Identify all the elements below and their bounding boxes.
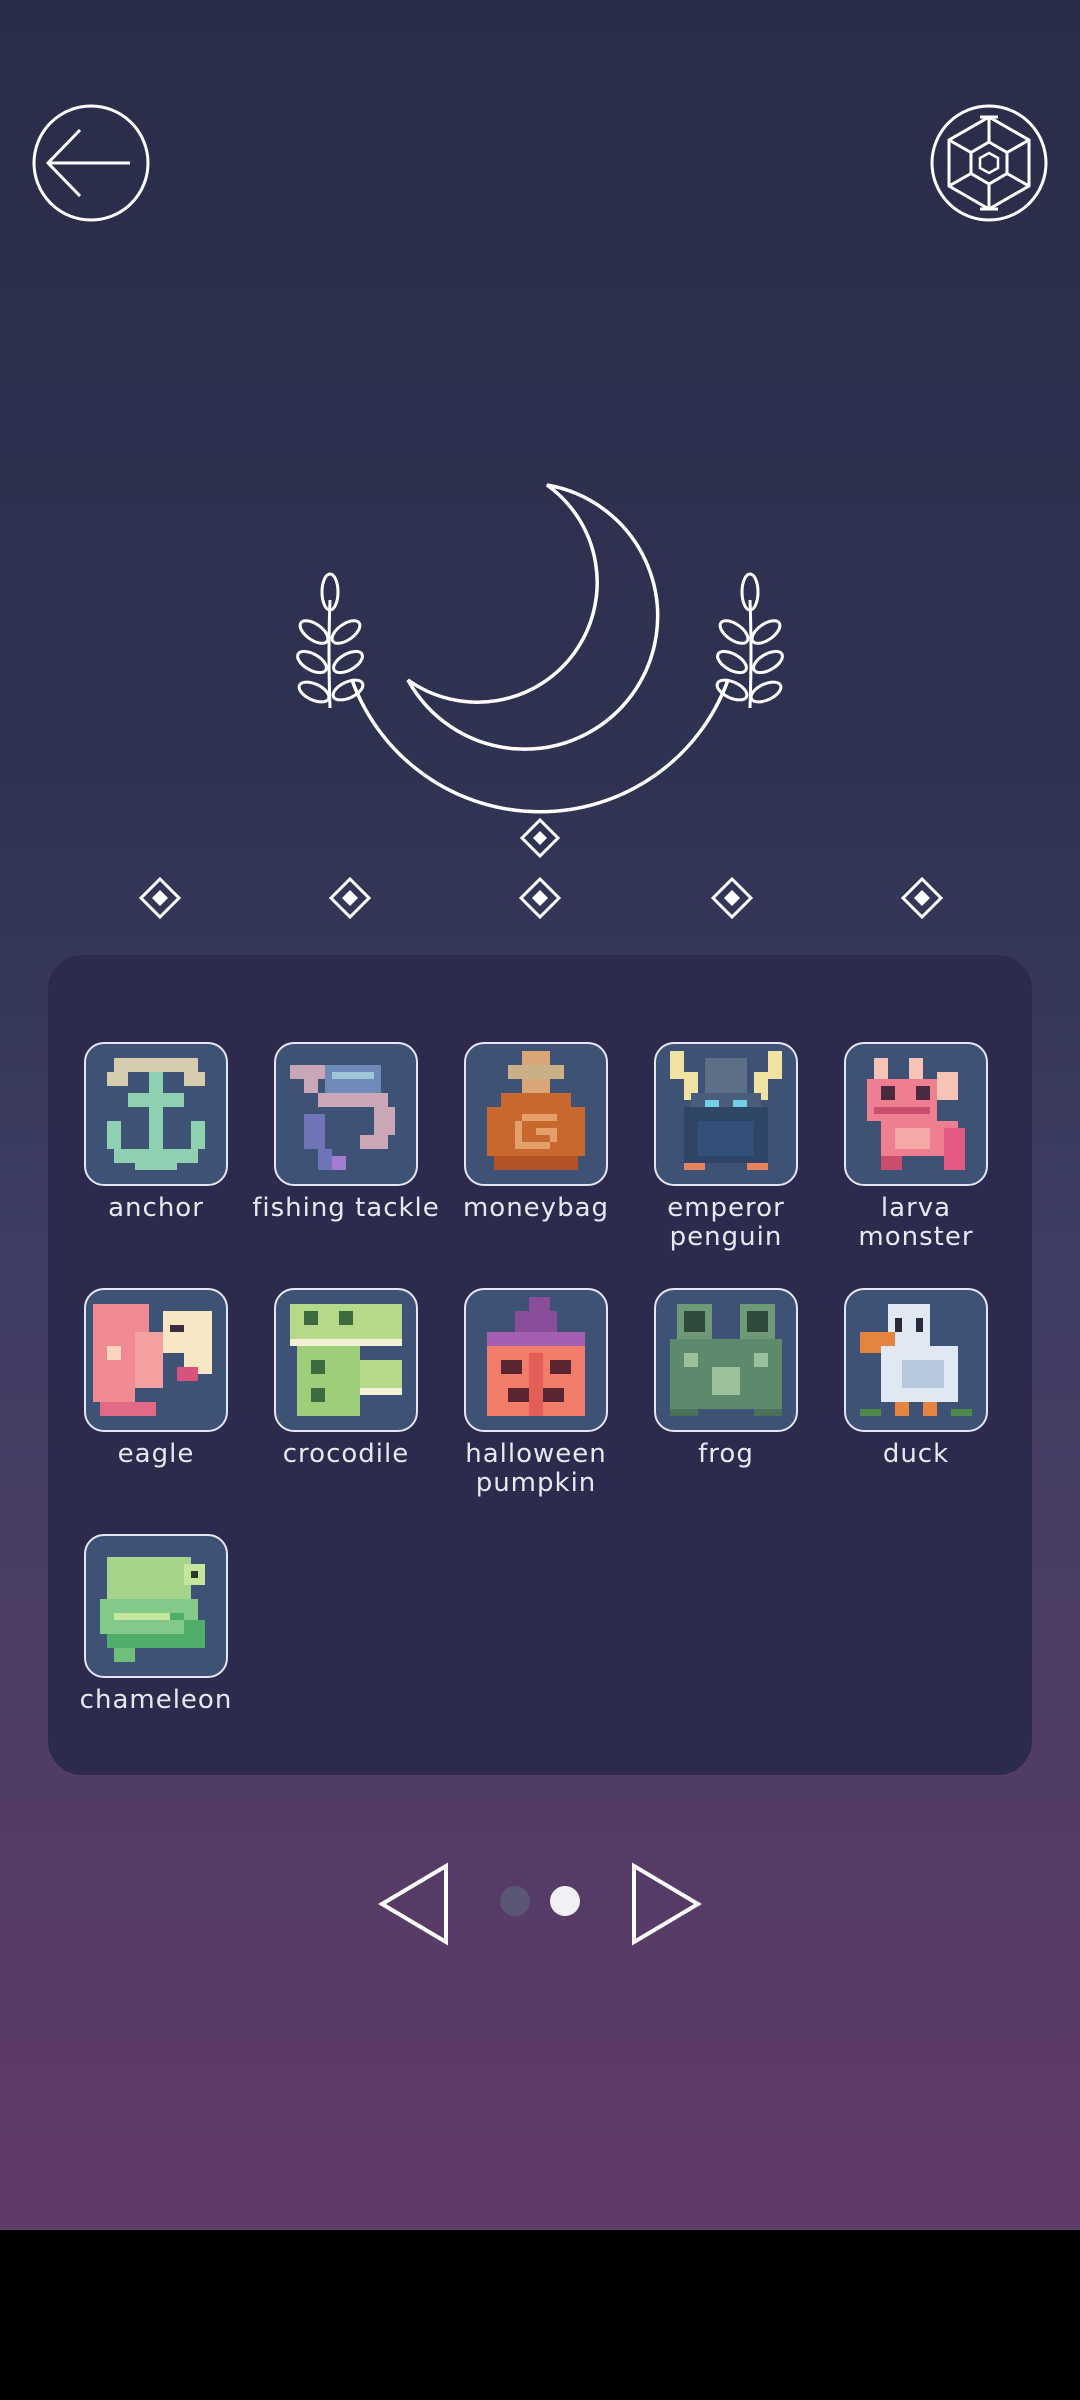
larva-monster-icon <box>867 1058 965 1170</box>
progress-diamond-icon <box>518 876 562 920</box>
item-label: anchor <box>108 1193 204 1223</box>
crocodile-icon <box>290 1304 402 1416</box>
eagle-tile[interactable] <box>84 1288 228 1432</box>
progress-diamond-icon <box>900 876 944 920</box>
hexagon-gear-icon <box>930 104 1048 222</box>
item-label: larva monster <box>858 1193 974 1252</box>
eagle-icon <box>93 1304 212 1416</box>
anchor-tile[interactable] <box>84 1042 228 1186</box>
collection-item: larva monster <box>821 1042 1011 1252</box>
fishing-tackle-icon <box>290 1065 395 1170</box>
chameleon-icon <box>100 1557 205 1662</box>
item-label: chameleon <box>79 1685 233 1715</box>
settings-button[interactable] <box>928 102 1050 224</box>
collection-item: halloween pumpkin <box>441 1288 631 1498</box>
moneybag-tile[interactable] <box>464 1042 608 1186</box>
page-dot-active[interactable] <box>550 1886 580 1916</box>
collection-item: anchor <box>61 1042 251 1223</box>
crescent-moon-laurel-emblem <box>296 483 784 859</box>
system-nav-bar <box>0 2230 1080 2400</box>
page-dot[interactable] <box>500 1886 530 1916</box>
item-label: crocodile <box>282 1439 410 1469</box>
game-screen: anchor fishing tackle moneybag emperor p… <box>0 0 1080 2230</box>
crocodile-tile[interactable] <box>274 1288 418 1432</box>
item-label: frog <box>698 1439 754 1469</box>
collection-item: crocodile <box>251 1288 441 1469</box>
frog-icon <box>670 1304 782 1416</box>
halloween-pumpkin-tile[interactable] <box>464 1288 608 1432</box>
collection-item: eagle <box>61 1288 251 1469</box>
fishing-tackle-tile[interactable] <box>274 1042 418 1186</box>
collection-item: frog <box>631 1288 821 1469</box>
collection-item: chameleon <box>61 1534 251 1715</box>
collection-panel: anchor fishing tackle moneybag emperor p… <box>48 955 1032 1775</box>
anchor-icon <box>107 1058 205 1170</box>
frog-tile[interactable] <box>654 1288 798 1432</box>
item-label: fishing tackle <box>252 1193 440 1223</box>
chameleon-tile[interactable] <box>84 1534 228 1678</box>
back-button[interactable] <box>30 102 152 224</box>
collection-item: moneybag <box>441 1042 631 1223</box>
halloween-pumpkin-icon <box>487 1297 585 1416</box>
pager <box>0 1850 1080 1950</box>
item-label: moneybag <box>462 1193 610 1223</box>
moneybag-icon <box>487 1051 585 1170</box>
progress-diamond-icon <box>710 876 754 920</box>
item-label: halloween pumpkin <box>465 1439 607 1498</box>
triangle-right-icon[interactable] <box>628 1860 704 1948</box>
item-label: emperor penguin <box>667 1193 785 1252</box>
item-label: eagle <box>117 1439 195 1469</box>
collection-item: emperor penguin <box>631 1042 821 1252</box>
progress-diamond-icon <box>328 876 372 920</box>
emperor-penguin-tile[interactable] <box>654 1042 798 1186</box>
progress-diamond-icon <box>138 876 182 920</box>
emperor-penguin-icon <box>670 1051 782 1170</box>
duck-tile[interactable] <box>844 1288 988 1432</box>
triangle-left-icon[interactable] <box>376 1860 452 1948</box>
duck-icon <box>860 1304 972 1416</box>
collection-item: duck <box>821 1288 1011 1469</box>
collection-item: fishing tackle <box>251 1042 441 1223</box>
item-label: duck <box>882 1439 950 1469</box>
larva-monster-tile[interactable] <box>844 1042 988 1186</box>
level-progress <box>0 876 1080 926</box>
arrow-left-icon <box>32 104 150 222</box>
